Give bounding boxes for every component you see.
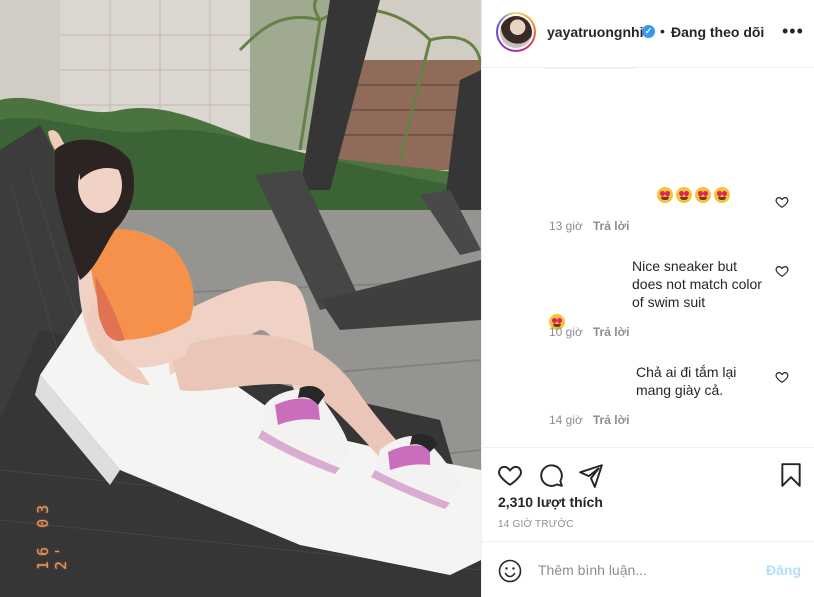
comment-text bbox=[549, 186, 769, 204]
likes-count[interactable]: 2,310 lượt thích bbox=[498, 494, 603, 510]
heart-eyes-emoji-icon bbox=[676, 187, 692, 203]
comment-meta: 13 giờ Trả lời bbox=[549, 219, 629, 233]
heart-eyes-emoji-icon bbox=[657, 187, 673, 203]
heart-icon[interactable] bbox=[775, 370, 789, 384]
add-comment-bar: Đăng bbox=[482, 541, 814, 597]
post-sidebar: yayatruongnhi ✓ • Đang theo dõi ••• 13 g… bbox=[481, 0, 814, 597]
comment-body: Chả ai đi tắm lại mang giày cả. bbox=[636, 364, 737, 398]
heart-icon[interactable] bbox=[497, 462, 523, 488]
comment-body: Nice sneaker but does not match color of… bbox=[632, 258, 762, 310]
comment-meta: 14 giờ Trả lời bbox=[549, 413, 629, 427]
author-username[interactable]: yayatruongnhi bbox=[547, 24, 643, 40]
post-header: yayatruongnhi ✓ • Đang theo dõi ••• bbox=[482, 0, 814, 68]
verified-icon: ✓ bbox=[642, 25, 655, 38]
heart-eyes-emoji-icon bbox=[714, 187, 730, 203]
post-timestamp[interactable]: 14 GIỜ TRƯỚC bbox=[498, 519, 574, 530]
smile-icon[interactable] bbox=[498, 559, 522, 583]
share-icon[interactable] bbox=[578, 462, 604, 488]
heart-icon[interactable] bbox=[775, 264, 789, 278]
post-photo: 16 03 2' bbox=[0, 0, 481, 597]
heart-eyes-emoji-icon bbox=[695, 187, 711, 203]
reply-button[interactable]: Trả lời bbox=[593, 325, 630, 339]
comment-time: 13 giờ bbox=[549, 219, 583, 233]
separator-dot: • bbox=[660, 23, 665, 39]
comment-text: Nice sneaker but does not match color of… bbox=[549, 257, 769, 331]
photo-date-stamp: 16 03 2' bbox=[34, 499, 70, 570]
reply-button[interactable]: Trả lời bbox=[593, 413, 630, 427]
post-comment-button[interactable]: Đăng bbox=[766, 562, 801, 578]
comment-text: Chả ai đi tắm lại mang giày cả. bbox=[549, 363, 769, 399]
follow-button[interactable]: Đang theo dõi bbox=[671, 24, 764, 40]
avatar[interactable] bbox=[496, 12, 536, 52]
comment-time: 14 giờ bbox=[549, 413, 583, 427]
header-underline bbox=[544, 67, 634, 69]
heart-icon[interactable] bbox=[775, 195, 789, 209]
comment-input[interactable] bbox=[538, 558, 758, 582]
bookmark-icon[interactable] bbox=[778, 462, 804, 488]
comment-meta: 10 giờ Trả lời bbox=[549, 325, 629, 339]
more-icon[interactable]: ••• bbox=[782, 22, 804, 40]
comment-icon[interactable] bbox=[538, 462, 564, 488]
reply-button[interactable]: Trả lời bbox=[593, 219, 630, 233]
comment-time: 10 giờ bbox=[549, 325, 583, 339]
